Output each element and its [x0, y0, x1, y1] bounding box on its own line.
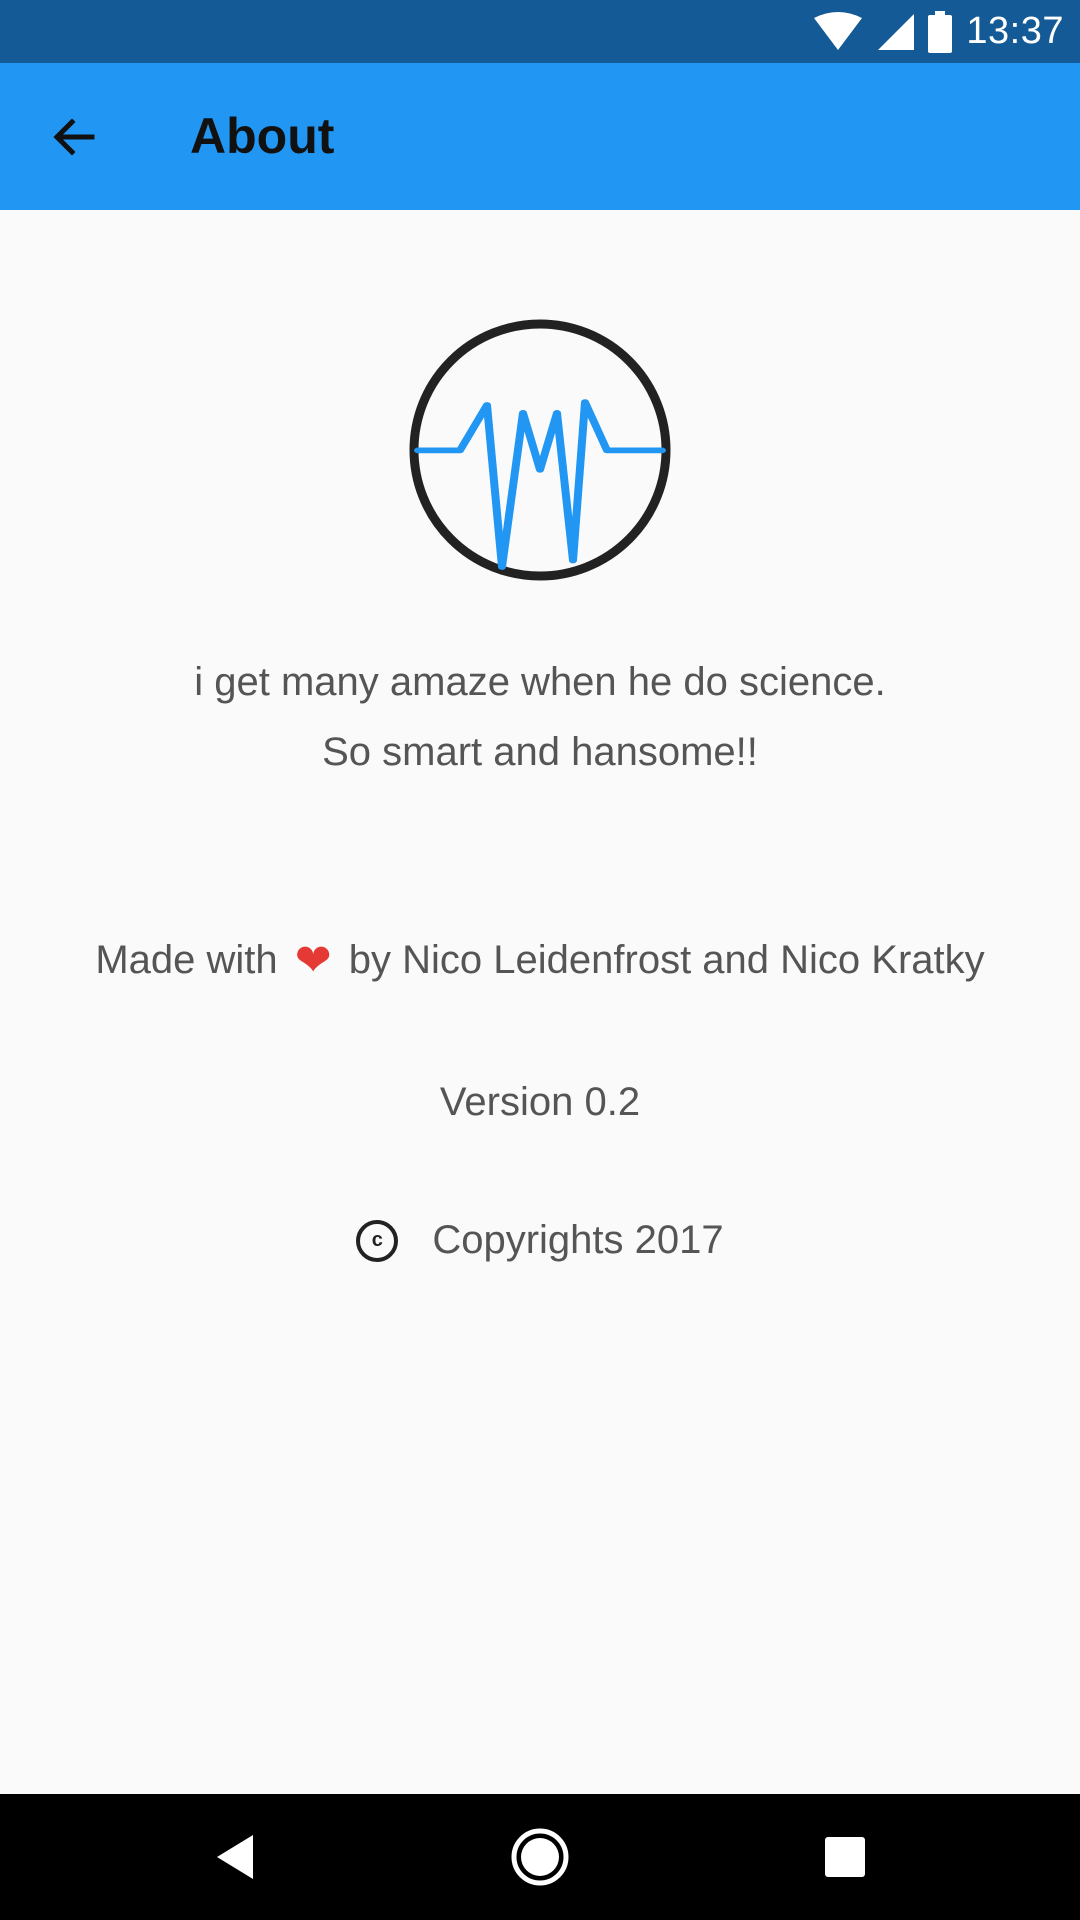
battery-icon [928, 10, 953, 53]
back-button[interactable] [36, 99, 112, 175]
cell-signal-icon [878, 13, 915, 50]
tagline-line-1: i get many amaze when he do science. [194, 660, 886, 704]
nav-back-button[interactable] [190, 1812, 280, 1902]
copyright-text: Copyrights 2017 [432, 1218, 724, 1262]
nav-home-icon [511, 1828, 569, 1886]
version-label: Version 0.2 [439, 1080, 641, 1124]
status-time: 13:37 [966, 10, 1064, 52]
page-title: About [190, 108, 335, 164]
app-bar: About [0, 63, 1080, 210]
status-icons: 13:37 [814, 0, 1064, 63]
arrow-back-icon [53, 118, 95, 156]
copyright: c Copyrights 2017 [0, 1218, 1080, 1263]
wifi-icon [814, 11, 863, 50]
heart-icon: ❤ [294, 936, 332, 985]
status-bar: 13:37 [0, 0, 1080, 63]
about-content: i get many amaze when he do science. So … [0, 210, 1080, 1794]
credits-prefix: Made with [95, 938, 278, 982]
nav-home-button[interactable] [495, 1812, 585, 1902]
nav-recents-icon [825, 1837, 865, 1877]
credits: Made with ❤ by Nico Leidenfrost and Nico… [0, 938, 1080, 983]
credits-authors: by Nico Leidenfrost and Nico Kratky [348, 938, 985, 982]
navigation-bar [0, 1794, 1080, 1920]
waveform-logo-icon [409, 319, 671, 581]
nav-back-icon [217, 1835, 253, 1879]
tagline-line-2: So smart and hansome!! [322, 730, 758, 774]
copyright-icon: c [356, 1219, 399, 1262]
nav-recents-button[interactable] [800, 1812, 890, 1902]
